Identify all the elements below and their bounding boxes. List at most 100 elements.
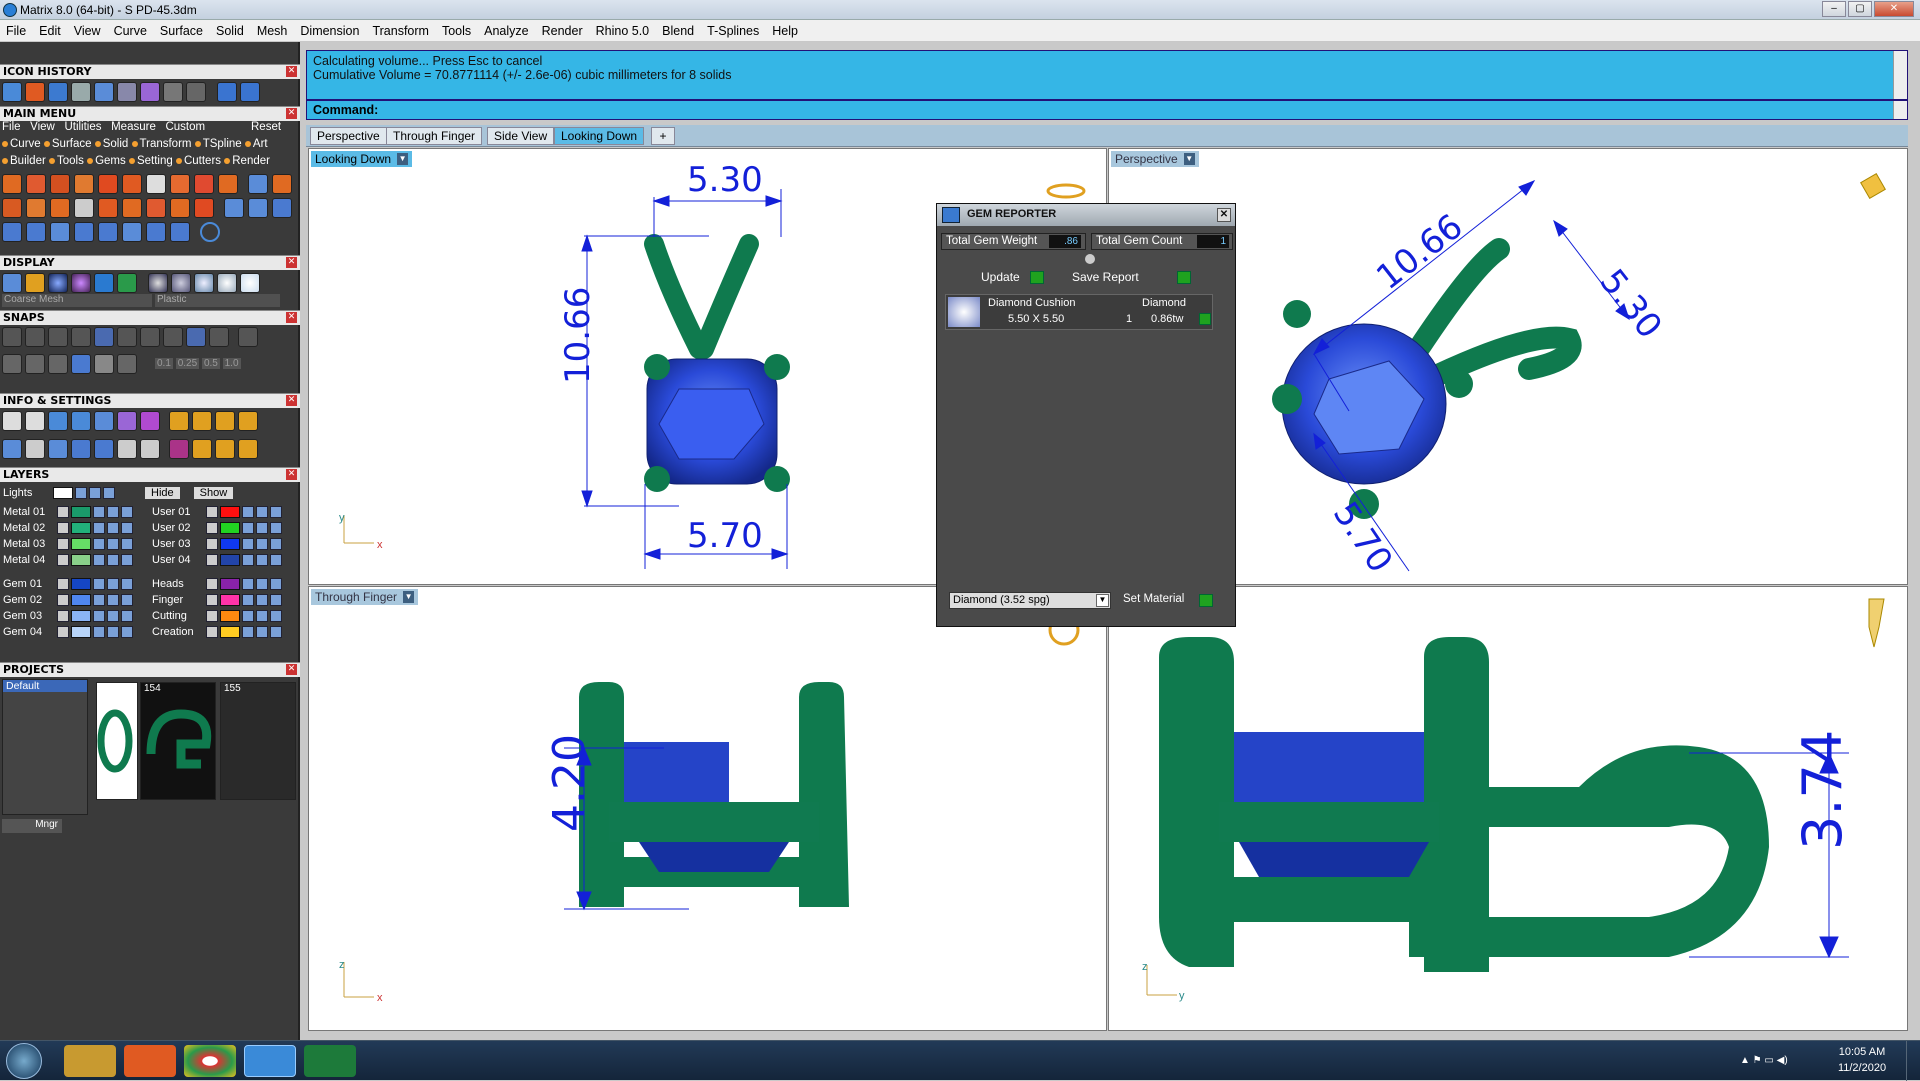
- layer-toggle[interactable]: [107, 554, 119, 566]
- add-tab-icon[interactable]: +: [651, 127, 675, 145]
- layer-toggle[interactable]: [93, 538, 105, 550]
- material-icon[interactable]: [148, 273, 168, 293]
- clock-date[interactable]: 11/2/2020: [1832, 1062, 1892, 1074]
- main-menu-cutters[interactable]: Cutters: [184, 155, 221, 167]
- tool-icon[interactable]: [50, 174, 70, 194]
- menu-solid[interactable]: Solid: [216, 24, 244, 38]
- tool-icon[interactable]: [170, 174, 190, 194]
- tool-icon[interactable]: [122, 174, 142, 194]
- close-icon[interactable]: ✕: [286, 395, 297, 406]
- menu-curve[interactable]: Curve: [114, 24, 147, 38]
- history-tool-icon[interactable]: [71, 82, 91, 102]
- close-icon[interactable]: ✕: [286, 66, 297, 77]
- layer-row[interactable]: Metal 03: [3, 537, 133, 551]
- layer-toggle[interactable]: [93, 626, 105, 638]
- tab-looking-down[interactable]: Looking Down: [554, 127, 645, 145]
- start-button-icon[interactable]: [6, 1043, 42, 1079]
- layer-toggle[interactable]: [242, 610, 254, 622]
- layer-toggle[interactable]: [242, 538, 254, 550]
- tool-icon[interactable]: [26, 198, 46, 218]
- layer-color-swatch[interactable]: [220, 594, 240, 606]
- layer-arrow-icon[interactable]: [206, 610, 218, 622]
- clock-time[interactable]: 10:05 AM: [1832, 1046, 1892, 1058]
- layer-toggle[interactable]: [270, 554, 282, 566]
- main-menu-solid[interactable]: Solid: [103, 138, 129, 150]
- layer-toggle[interactable]: [256, 506, 268, 518]
- project-thumbnail[interactable]: [96, 682, 138, 800]
- menu-render[interactable]: Render: [542, 24, 583, 38]
- display-mode-icon[interactable]: [25, 273, 45, 293]
- show-desktop-button[interactable]: [1906, 1041, 1920, 1081]
- close-icon[interactable]: ✕: [286, 469, 297, 480]
- project-thumbnail-155[interactable]: 155: [220, 682, 296, 800]
- layer-toggle[interactable]: [93, 506, 105, 518]
- menu-help[interactable]: Help: [772, 24, 798, 38]
- command-prompt[interactable]: Command:: [306, 100, 1908, 120]
- layer-toggle[interactable]: [242, 626, 254, 638]
- tool-icon[interactable]: [194, 174, 214, 194]
- layer-toggle[interactable]: [93, 610, 105, 622]
- layer-arrow-icon[interactable]: [57, 538, 69, 550]
- tool-icon[interactable]: [50, 198, 70, 218]
- command-scrollbar[interactable]: [1893, 51, 1907, 99]
- snap-icon[interactable]: [71, 354, 91, 374]
- info-icon[interactable]: [94, 439, 114, 459]
- project-default[interactable]: Default: [3, 680, 87, 692]
- snap-icon[interactable]: [209, 327, 229, 347]
- layer-toggle[interactable]: [121, 538, 133, 550]
- layer-color-swatch[interactable]: [71, 554, 91, 566]
- menu-rhino[interactable]: Rhino 5.0: [596, 24, 650, 38]
- snap-icon[interactable]: [2, 327, 22, 347]
- matrix-app-icon[interactable]: [244, 1045, 296, 1077]
- layer-toggle[interactable]: [93, 522, 105, 534]
- menu-mesh[interactable]: Mesh: [257, 24, 288, 38]
- layer-toggle[interactable]: [242, 522, 254, 534]
- mesh-quality-select[interactable]: Coarse Mesh: [2, 294, 152, 307]
- tool-icon[interactable]: [122, 198, 142, 218]
- splitter-handle[interactable]: [1085, 254, 1095, 264]
- layer-row[interactable]: Metal 04: [3, 553, 133, 567]
- info-icon[interactable]: [238, 411, 258, 431]
- info-icon[interactable]: [140, 439, 160, 459]
- layer-toggle[interactable]: [242, 506, 254, 518]
- layer-toggle[interactable]: [270, 626, 282, 638]
- layer-row[interactable]: Gem 02: [3, 593, 133, 607]
- layer-toggle[interactable]: [270, 538, 282, 550]
- hide-button[interactable]: Hide: [145, 487, 180, 499]
- snap-value[interactable]: 0.5: [201, 358, 220, 369]
- info-icon[interactable]: [169, 439, 189, 459]
- tool-icon[interactable]: [170, 222, 190, 242]
- layer-color-swatch[interactable]: [220, 626, 240, 638]
- layer-row[interactable]: User 02: [152, 521, 282, 535]
- tool-icon[interactable]: [194, 198, 214, 218]
- close-icon[interactable]: ✕: [286, 312, 297, 323]
- history-tool-icon[interactable]: [186, 82, 206, 102]
- layer-arrow-icon[interactable]: [206, 506, 218, 518]
- layer-color-swatch[interactable]: [71, 610, 91, 622]
- tool-icon[interactable]: [224, 198, 244, 218]
- render-icon[interactable]: [71, 273, 91, 293]
- layer-row[interactable]: Cutting: [152, 609, 282, 623]
- snap-icon[interactable]: [48, 327, 68, 347]
- snap-icon[interactable]: [94, 327, 114, 347]
- layer-toggle[interactable]: [107, 626, 119, 638]
- minimize-button[interactable]: –: [1822, 1, 1846, 17]
- info-icon[interactable]: [238, 439, 258, 459]
- menu-tools[interactable]: Tools: [442, 24, 471, 38]
- tool-icon[interactable]: [50, 222, 70, 242]
- layer-toggle[interactable]: [256, 538, 268, 550]
- gem-row-play-icon[interactable]: [1199, 313, 1211, 325]
- menu-blend[interactable]: Blend: [662, 24, 694, 38]
- layer-toggle[interactable]: [107, 610, 119, 622]
- layer-toggle[interactable]: [242, 578, 254, 590]
- tool-icon[interactable]: [218, 174, 238, 194]
- layer-toggle[interactable]: [121, 506, 133, 518]
- zoom-icon[interactable]: [25, 411, 45, 431]
- layer-row[interactable]: Gem 04: [3, 625, 133, 639]
- history-tool-icon[interactable]: [94, 82, 114, 102]
- layer-color-swatch[interactable]: [220, 522, 240, 534]
- layer-toggle[interactable]: [93, 578, 105, 590]
- layer-arrow-icon[interactable]: [206, 578, 218, 590]
- main-menu-setting[interactable]: Setting: [137, 155, 173, 167]
- snap-icon[interactable]: [140, 327, 160, 347]
